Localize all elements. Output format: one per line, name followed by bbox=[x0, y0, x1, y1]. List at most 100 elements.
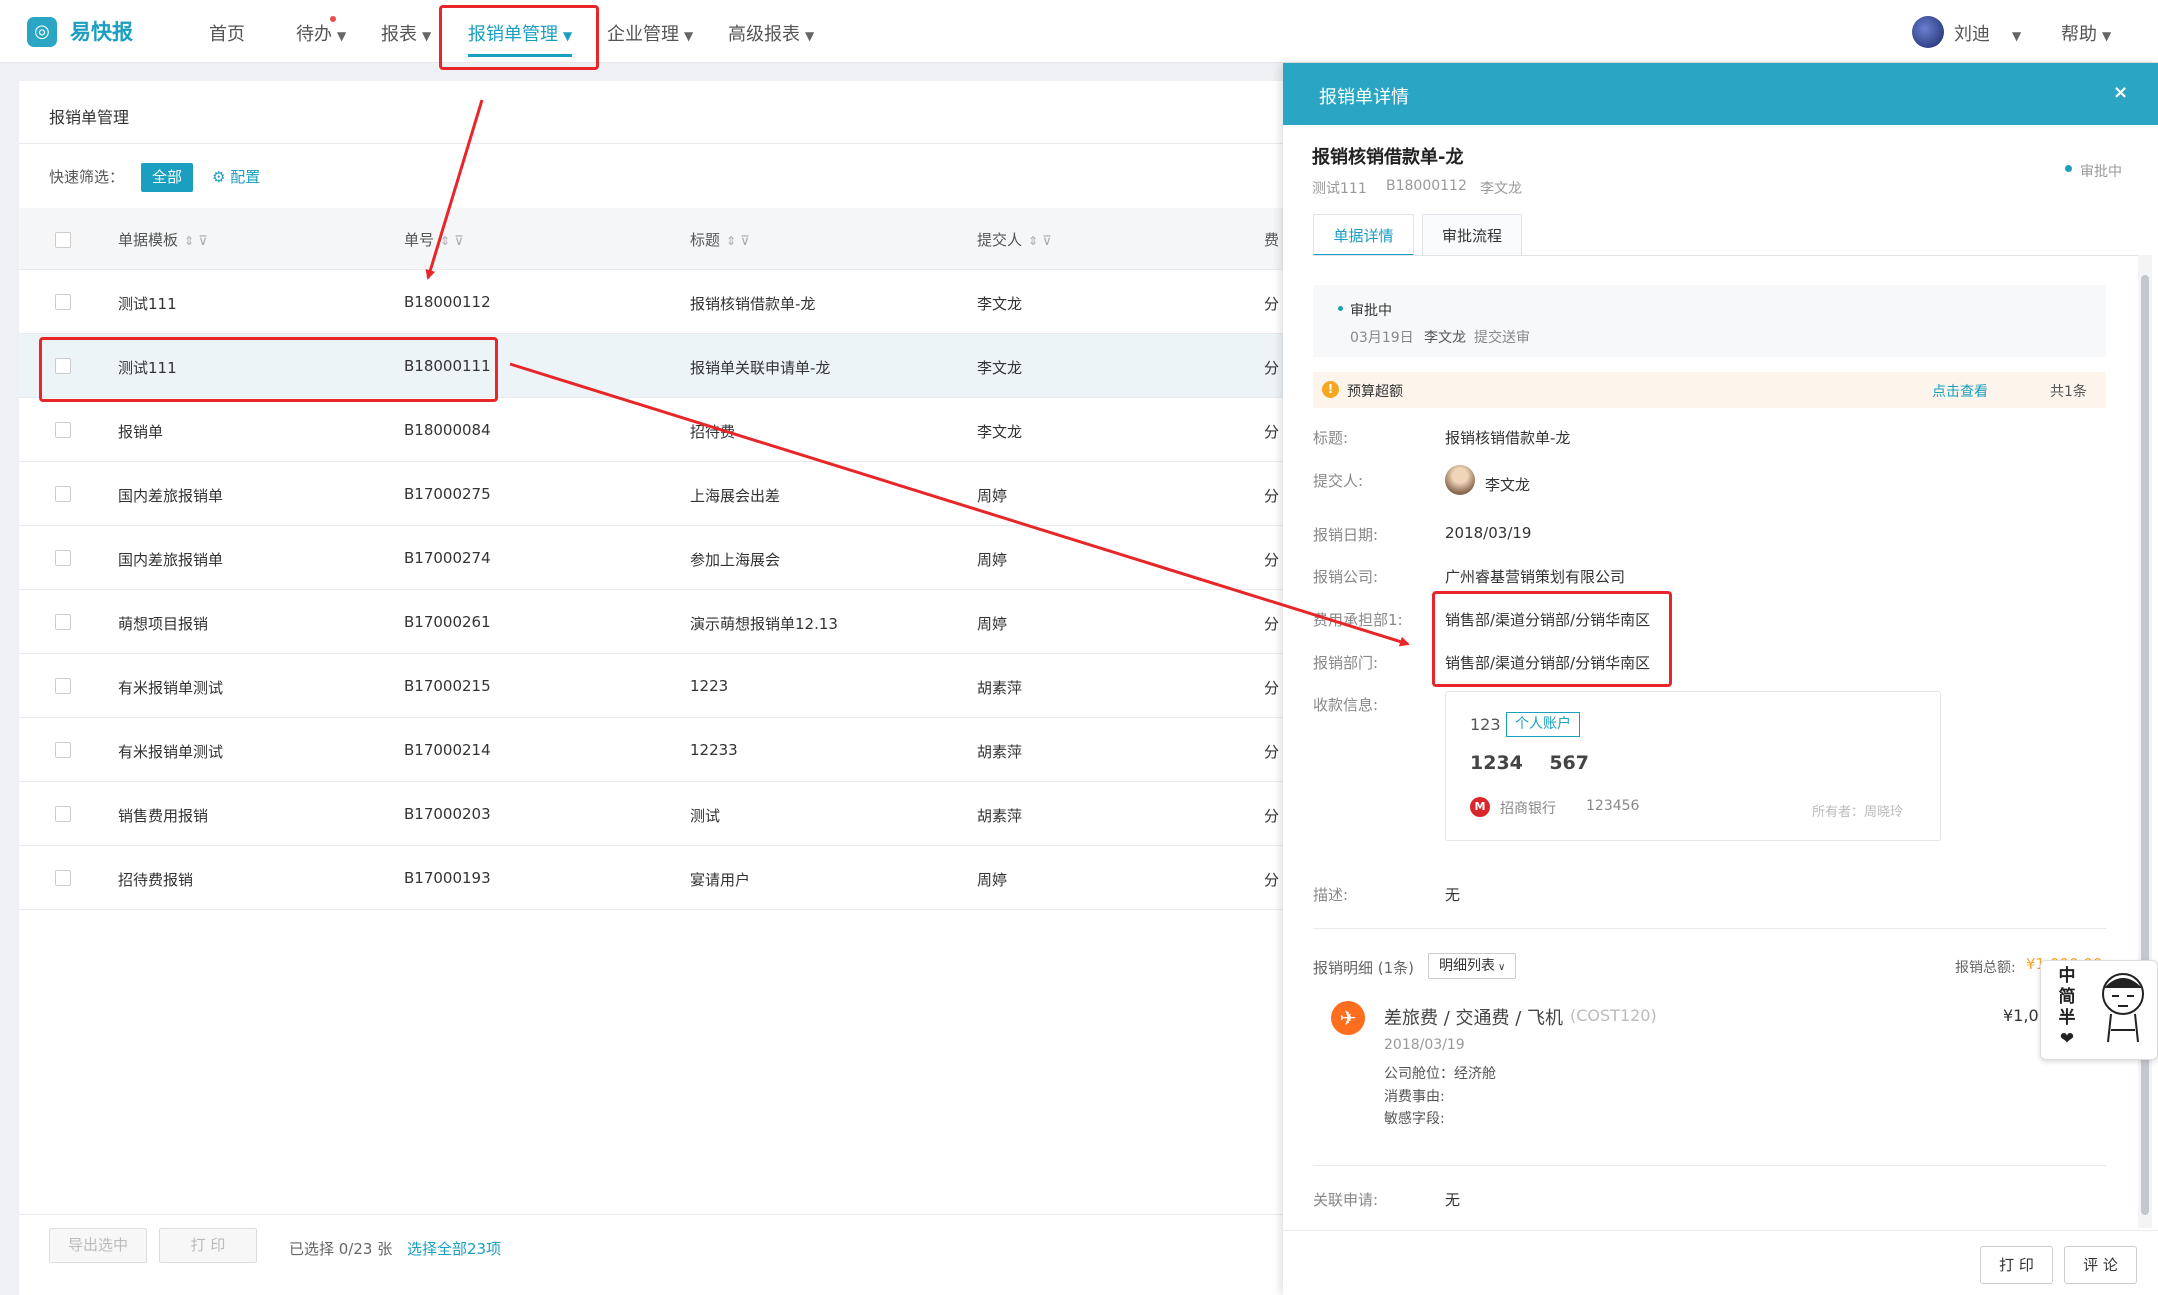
cell-template: 销售费用报销 bbox=[118, 807, 209, 825]
expense-date: 2018/03/19 bbox=[1384, 1037, 1465, 1053]
row-checkbox[interactable] bbox=[55, 614, 71, 630]
close-icon[interactable]: × bbox=[2113, 82, 2128, 103]
detail-comment-button[interactable]: 评 论 bbox=[2064, 1246, 2137, 1284]
scrollbar-thumb[interactable] bbox=[2141, 275, 2149, 1215]
logo-icon: ◎ bbox=[27, 17, 57, 47]
approval-user: 李文龙 bbox=[1424, 330, 1466, 346]
total-amount-label: 报销总额: bbox=[1955, 960, 2016, 976]
items-view-label: 明细列表 bbox=[1439, 958, 1495, 974]
ime-char: 简 bbox=[2058, 987, 2076, 1007]
column-header-fee[interactable]: 费 bbox=[1264, 229, 1279, 250]
cell-template: 萌想项目报销 bbox=[118, 615, 209, 633]
cell-submitter: 周婷 bbox=[977, 551, 1008, 569]
table-row[interactable] bbox=[19, 782, 1289, 846]
divider bbox=[1313, 1165, 2106, 1166]
help-menu[interactable]: 帮助 ▼ bbox=[2061, 20, 2111, 46]
row-checkbox[interactable] bbox=[55, 486, 71, 502]
row-checkbox[interactable] bbox=[55, 294, 71, 310]
cell-title: 报销核销借款单-龙 bbox=[690, 295, 816, 313]
filter-icon[interactable]: ⊽ bbox=[740, 234, 750, 249]
detail-print-button[interactable]: 打 印 bbox=[1980, 1246, 2053, 1284]
ime-mode-indicator[interactable]: 中 简 半 ❤ bbox=[2050, 966, 2084, 1052]
field-label: 提交人: bbox=[1313, 472, 1364, 490]
user-menu[interactable]: 刘迪 ▼ bbox=[1954, 20, 2021, 46]
config-button[interactable]: ⚙ 配置 bbox=[212, 166, 260, 187]
cell-title: 测试 bbox=[690, 807, 721, 825]
cell-title: 参加上海展会 bbox=[690, 551, 781, 569]
chevron-down-icon: ∨ bbox=[1498, 962, 1506, 973]
nav-reports[interactable]: 报表 ▼ bbox=[381, 20, 431, 46]
sort-icon[interactable]: ⇕ bbox=[726, 234, 736, 248]
filter-icon[interactable]: ⊽ bbox=[1042, 234, 1052, 249]
sort-icon[interactable]: ⇕ bbox=[440, 234, 450, 248]
row-checkbox[interactable] bbox=[55, 870, 71, 886]
tab-document-detail[interactable]: 单据详情 bbox=[1313, 214, 1414, 256]
filter-icon[interactable]: ⊽ bbox=[454, 234, 464, 249]
column-header-title[interactable]: 标题 ⇕ ⊽ bbox=[690, 229, 750, 250]
table-row[interactable] bbox=[19, 590, 1289, 654]
bank-code: 123456 bbox=[1586, 798, 1640, 814]
filter-all-button[interactable]: 全部 bbox=[141, 163, 193, 192]
ime-char: ❤ bbox=[2059, 1029, 2075, 1049]
expense-cabin: 公司舱位：经济舱 bbox=[1384, 1066, 1496, 1082]
account-number: 1234 567 bbox=[1470, 752, 1590, 774]
cell-fee: 分 bbox=[1264, 359, 1280, 377]
payee-name: 123 bbox=[1470, 715, 1501, 734]
tab-divider bbox=[1313, 255, 2140, 256]
field-title-value: 报销核销借款单-龙 bbox=[1445, 429, 1571, 447]
print-selected-button[interactable]: 打 印 bbox=[159, 1228, 257, 1263]
table-row[interactable] bbox=[19, 270, 1289, 334]
row-checkbox[interactable] bbox=[55, 422, 71, 438]
column-header-submitter[interactable]: 提交人 ⇕ ⊽ bbox=[977, 229, 1052, 250]
export-selected-button[interactable]: 导出选中 bbox=[49, 1228, 147, 1263]
select-all-checkbox[interactable] bbox=[55, 232, 71, 248]
app-logo-text[interactable]: 易快报 bbox=[70, 16, 133, 46]
bank-name: 招商银行 bbox=[1500, 801, 1556, 817]
column-header-number[interactable]: 单号 ⇕ ⊽ bbox=[404, 229, 464, 250]
filter-icon[interactable]: ⊽ bbox=[198, 234, 208, 249]
cell-fee: 分 bbox=[1264, 615, 1280, 633]
row-checkbox[interactable] bbox=[55, 806, 71, 822]
sort-icon[interactable]: ⇕ bbox=[1028, 234, 1038, 248]
cell-submitter: 胡素萍 bbox=[977, 743, 1023, 761]
field-label: 报销公司: bbox=[1313, 568, 1379, 586]
selection-count: 已选择 0/23 张 bbox=[289, 1240, 393, 1258]
table-row[interactable] bbox=[19, 846, 1289, 910]
sort-icon[interactable]: ⇕ bbox=[184, 234, 194, 248]
field-submitter-value: 李文龙 bbox=[1485, 476, 1531, 494]
items-view-dropdown[interactable]: 明细列表 ∨ bbox=[1428, 953, 1517, 979]
cell-title: 报销单关联申请单-龙 bbox=[690, 359, 831, 377]
cell-fee: 分 bbox=[1264, 807, 1280, 825]
gear-icon: ⚙ bbox=[212, 168, 226, 186]
tab-approval-flow[interactable]: 审批流程 bbox=[1422, 214, 1522, 256]
nav-advanced-reports[interactable]: 高级报表 ▼ bbox=[728, 20, 814, 46]
cell-title: 12233 bbox=[690, 741, 738, 759]
chevron-down-icon: ▼ bbox=[422, 29, 432, 43]
user-avatar[interactable] bbox=[1912, 16, 1944, 48]
row-checkbox[interactable] bbox=[55, 742, 71, 758]
cell-submitter: 周婷 bbox=[977, 615, 1008, 633]
cell-number: B17000261 bbox=[404, 613, 491, 631]
expense-items-label: 报销明细 (1条) bbox=[1313, 959, 1415, 977]
cell-fee: 分 bbox=[1264, 743, 1280, 761]
nav-enterprise-label: 企业管理 bbox=[607, 24, 679, 45]
nav-todo[interactable]: 待办 ▼ bbox=[296, 20, 346, 46]
cell-submitter: 李文龙 bbox=[977, 423, 1023, 441]
cell-number: B17000193 bbox=[404, 869, 491, 887]
table-row[interactable] bbox=[19, 398, 1289, 462]
field-company-value: 广州睿基营销策划有限公司 bbox=[1445, 568, 1626, 586]
expense-category[interactable]: 差旅费 / 交通费 / 飞机 bbox=[1384, 1004, 1563, 1030]
nav-enterprise[interactable]: 企业管理 ▼ bbox=[607, 20, 693, 46]
cell-title: 演示萌想报销单12.13 bbox=[690, 615, 838, 633]
column-header-template[interactable]: 单据模板 ⇕ ⊽ bbox=[118, 229, 208, 250]
budget-view-link[interactable]: 点击查看 bbox=[1932, 381, 1988, 401]
row-checkbox[interactable] bbox=[55, 550, 71, 566]
select-all-link[interactable]: 选择全部23项 bbox=[407, 1238, 501, 1259]
status-badge: 审批中 bbox=[2080, 164, 2122, 180]
config-label: 配置 bbox=[230, 168, 261, 186]
approval-action: 提交送审 bbox=[1474, 330, 1530, 346]
nav-home[interactable]: 首页 bbox=[209, 20, 245, 46]
row-checkbox[interactable] bbox=[55, 678, 71, 694]
cell-number: B17000215 bbox=[404, 677, 491, 695]
status-dot bbox=[2065, 165, 2072, 172]
